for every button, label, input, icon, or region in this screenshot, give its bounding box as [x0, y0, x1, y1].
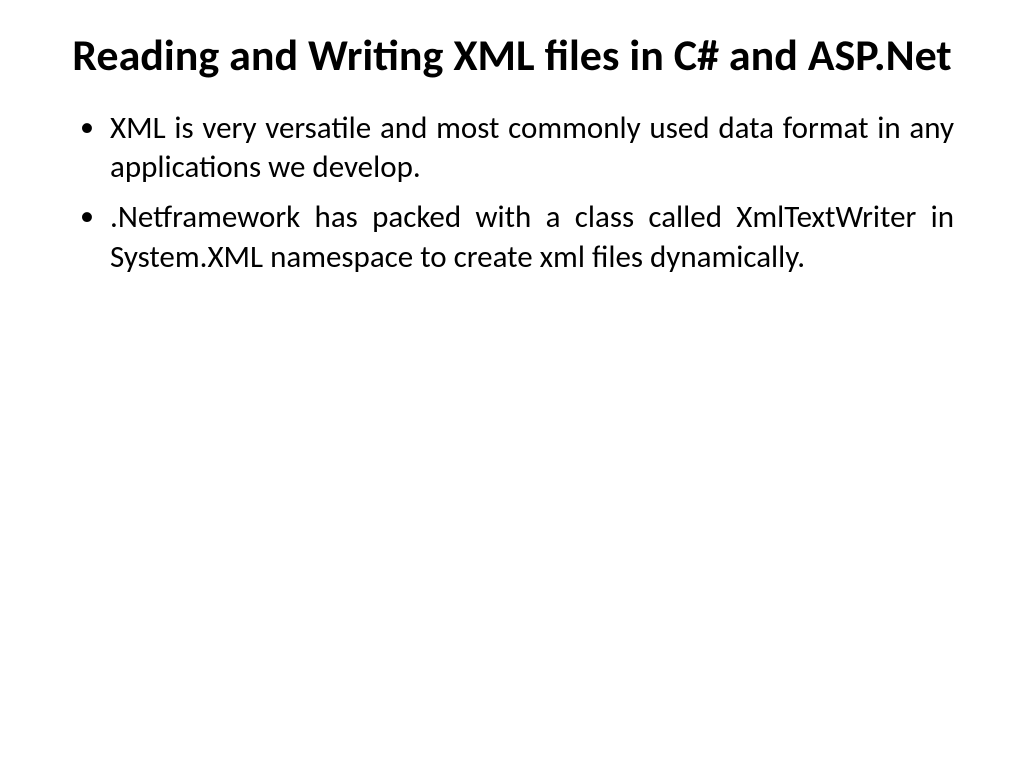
- bullet-item: .Netframework has packed with a class ca…: [70, 198, 954, 277]
- slide-title: Reading and Writing XML files in C# and …: [70, 30, 954, 81]
- bullet-list: XML is very versatile and most commonly …: [70, 109, 954, 278]
- bullet-item: XML is very versatile and most commonly …: [70, 109, 954, 188]
